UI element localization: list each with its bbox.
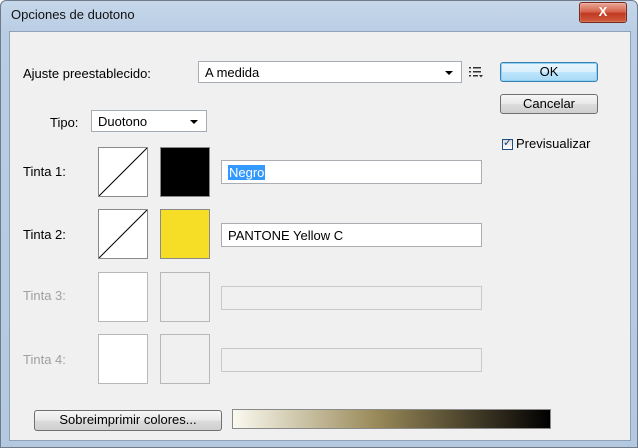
ink-4-color-swatch [160, 334, 210, 384]
ink-1-curve[interactable] [98, 147, 148, 197]
duotone-curve-icon [98, 209, 148, 259]
ink-3-curve [98, 272, 148, 322]
duotone-gradient-bar [232, 409, 551, 429]
duotone-options-dialog: Opciones de duotono X Ajuste preestablec… [0, 0, 638, 448]
window-title: Opciones de duotono [11, 7, 135, 22]
ink-1-name-field[interactable]: Negro [221, 160, 482, 184]
preset-value: A medida [205, 65, 260, 80]
ink-2-name-field[interactable]: PANTONE Yellow C [221, 223, 482, 247]
ink-1-name-text: Negro [228, 165, 266, 180]
duotone-curve-icon [98, 147, 148, 197]
ink-2-name-text: PANTONE Yellow C [228, 228, 344, 243]
ink-4-label: Tinta 4: [23, 352, 66, 367]
ink-4-name-field [221, 348, 482, 372]
preset-label: Ajuste preestablecido: [23, 66, 151, 81]
ink-3-color-swatch [160, 272, 210, 322]
ink-2-color-swatch[interactable] [160, 209, 210, 259]
type-label: Tipo: [50, 115, 79, 130]
preview-checkbox[interactable]: ✓ [502, 137, 513, 150]
type-dropdown[interactable]: Duotono [91, 110, 207, 132]
title-bar: Opciones de duotono X [1, 1, 637, 31]
preview-label: Previsualizar [516, 136, 591, 151]
close-icon: X [598, 4, 608, 19]
ink-2-label: Tinta 2: [23, 227, 66, 242]
ink-1-label: Tinta 1: [23, 164, 66, 179]
overprint-colors-button[interactable]: Sobreimprimir colores... [34, 410, 222, 431]
ok-button[interactable]: OK [500, 62, 598, 82]
ink-3-name-field [221, 286, 482, 310]
list-menu-icon[interactable] [468, 65, 484, 79]
chevron-down-icon [190, 120, 198, 124]
ink-2-curve[interactable] [98, 209, 148, 259]
preset-dropdown[interactable]: A medida [198, 61, 462, 83]
chevron-down-icon [445, 71, 453, 75]
dialog-body: Ajuste preestablecido: A medida OK Cance… [9, 31, 631, 441]
ink-1-color-swatch[interactable] [160, 147, 210, 197]
close-button[interactable]: X [579, 2, 627, 23]
ink-4-curve [98, 334, 148, 384]
checkmark-icon: ✓ [503, 137, 513, 149]
cancel-button[interactable]: Cancelar [500, 94, 598, 114]
type-value: Duotono [98, 114, 148, 129]
ink-3-label: Tinta 3: [23, 288, 66, 303]
